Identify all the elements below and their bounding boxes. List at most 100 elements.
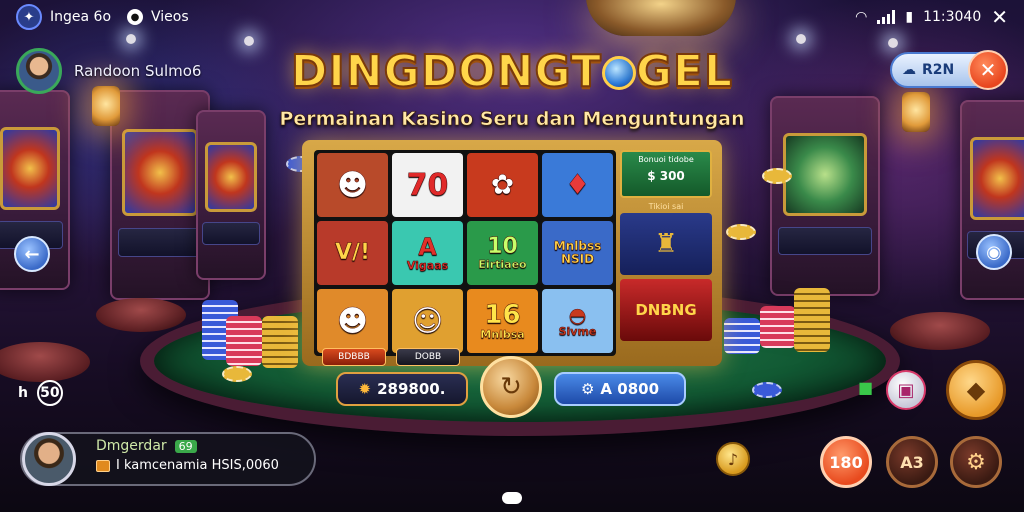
cowboy-face-icon: ☻ bbox=[336, 303, 369, 339]
chip-stack bbox=[262, 316, 298, 368]
bonus-amount: $ 300 bbox=[647, 168, 685, 183]
notification-icon: ● bbox=[127, 9, 144, 25]
battery-icon: ▮ bbox=[905, 9, 914, 25]
reel-symbol: A Vigaas bbox=[392, 221, 463, 285]
chip-stack bbox=[794, 288, 830, 352]
loose-chip bbox=[726, 224, 756, 240]
reel-symbol: 10 Eirtiaeo bbox=[467, 221, 538, 285]
bar-stool bbox=[0, 342, 90, 382]
status-time: 11:3040 bbox=[923, 9, 982, 25]
spotlight bbox=[244, 36, 254, 46]
deposit-button[interactable]: ◆ bbox=[946, 360, 1006, 420]
bag-icon: ▣ bbox=[897, 379, 915, 401]
info-section-title: Tikioi sai bbox=[648, 202, 684, 211]
close-button[interactable]: ✕ bbox=[968, 50, 1008, 90]
reel-symbol: ♦ bbox=[542, 153, 613, 217]
cards-icon: ◆ bbox=[966, 376, 986, 404]
reel-badge: BDBBB bbox=[322, 348, 386, 366]
loose-chip bbox=[222, 366, 252, 382]
gift-icon[interactable]: ■ bbox=[858, 378, 873, 397]
chip-stack bbox=[226, 316, 262, 366]
fruit-basket-icon: ✿ bbox=[490, 167, 515, 201]
spin-icon: ↻ bbox=[500, 372, 522, 402]
reel-symbol: ☻ bbox=[317, 289, 388, 353]
home-indicator[interactable] bbox=[502, 492, 522, 504]
close-icon: ✕ bbox=[979, 58, 997, 82]
camera-button[interactable]: ◉ bbox=[976, 234, 1012, 270]
slot-reels[interactable]: ☻ 70 ✿ ♦ V/! A Vigaas 10 Eirtiaeo Mnlbss N… bbox=[314, 150, 616, 356]
jackpot-label: DNBNG bbox=[635, 301, 697, 319]
status-label-2: Vieos bbox=[151, 9, 189, 25]
coin-icon: ♪ bbox=[727, 449, 739, 469]
player-name: Dmgerdar 69 bbox=[96, 438, 197, 454]
arcade-machine bbox=[770, 96, 880, 296]
slot-machine: ☻ 70 ✿ ♦ V/! A Vigaas 10 Eirtiaeo Mnlbss N… bbox=[302, 140, 722, 366]
arcade-machine bbox=[960, 100, 1024, 300]
tagline: Permainan Kasino Seru dan Menguntungan bbox=[279, 108, 745, 131]
bar-stool bbox=[96, 298, 186, 332]
avatar[interactable] bbox=[16, 48, 62, 94]
reel-symbol: 16 Mnlbsa bbox=[467, 289, 538, 353]
lion-face-icon: ☺ bbox=[411, 303, 444, 339]
shop-button[interactable]: ▣ bbox=[886, 370, 926, 410]
reel-symbol: 70 bbox=[392, 153, 463, 217]
wall-lamp bbox=[902, 92, 930, 132]
spin-button[interactable]: ↻ bbox=[480, 356, 542, 418]
arcade-machine bbox=[110, 90, 210, 300]
left-counter[interactable]: h 50 bbox=[18, 380, 63, 406]
spotlight bbox=[126, 34, 136, 44]
reel-symbol: ✿ bbox=[467, 153, 538, 217]
logo-text-part-1: DINGDONGT bbox=[290, 45, 602, 98]
bottom-button-1[interactable]: 180 bbox=[820, 436, 872, 488]
gear-icon: ⚙ bbox=[966, 449, 986, 475]
logo-ball-icon bbox=[601, 56, 636, 90]
camera-icon: ◉ bbox=[986, 241, 1002, 263]
profile-header[interactable]: Randoon Sulmo6 bbox=[16, 48, 201, 94]
cloud-icon: ☁ bbox=[902, 62, 916, 78]
wifi-icon: ◠ bbox=[855, 9, 868, 25]
status-label: Ingea 6o bbox=[50, 9, 112, 25]
loose-chip bbox=[762, 168, 792, 184]
cowboy-face-icon: ☻ bbox=[336, 167, 369, 203]
close-x-icon[interactable]: ✕ bbox=[991, 5, 1008, 29]
lucky-charm-icon: ♦ bbox=[564, 167, 591, 201]
app-icon[interactable]: ✦ bbox=[16, 4, 42, 30]
bet-value: A 0800 bbox=[600, 380, 660, 398]
slot-info-panel: Bonuoi tidobe $ 300 Tikioi sai ♜ DNBNG bbox=[620, 150, 712, 356]
player-info-line: I kamcenamia HSIS,0060 bbox=[96, 458, 279, 473]
logo-text-part-2: GEL bbox=[635, 45, 734, 98]
treasure-icon: ♜ bbox=[654, 229, 678, 259]
top-action-label: R2N bbox=[922, 62, 955, 78]
back-button[interactable]: ← bbox=[14, 236, 50, 272]
chip-stack bbox=[760, 306, 796, 348]
bet-button[interactable]: ⚙ A 0800 bbox=[554, 372, 686, 406]
signal-icon bbox=[877, 10, 896, 24]
wallet-icon bbox=[96, 459, 110, 472]
bonus-card: Bonuoi tidobe $ 300 bbox=[620, 150, 712, 198]
level-badge: 69 bbox=[174, 440, 197, 453]
reel-symbol: V/! bbox=[317, 221, 388, 285]
prize-item: ♜ bbox=[620, 213, 712, 275]
reel-symbol: ◓ Sivme bbox=[542, 289, 613, 353]
status-bar: ✦ Ingea 6o ● Vieos ◠ ▮ 11:3040 ✕ bbox=[0, 0, 1024, 34]
spotlight bbox=[796, 34, 806, 44]
spotlight bbox=[888, 38, 898, 48]
reel-symbol: Mnlbss NSID bbox=[542, 221, 613, 285]
balance-display: ✹ 289800. bbox=[336, 372, 468, 406]
bottom-button-2[interactable]: A3 bbox=[886, 436, 938, 488]
coin-icon: ✹ bbox=[358, 380, 372, 398]
loose-chip bbox=[752, 382, 782, 398]
reel-badge: DOBB bbox=[396, 348, 460, 366]
chip-stack bbox=[724, 318, 760, 354]
counter-ring: 50 bbox=[36, 380, 63, 406]
balance-value: 289800. bbox=[377, 380, 446, 398]
arrow-left-icon: ← bbox=[24, 243, 40, 265]
bonus-title: Bonuoi tidobe bbox=[638, 155, 694, 164]
coin-button[interactable]: ♪ bbox=[716, 442, 750, 476]
reel-symbol: ☻ bbox=[317, 153, 388, 217]
avatar[interactable] bbox=[22, 432, 76, 486]
prize-item: DNBNG bbox=[620, 279, 712, 341]
gear-icon: ⚙ bbox=[580, 380, 595, 398]
settings-button[interactable]: ⚙ bbox=[950, 436, 1002, 488]
game-logo: DINGDONGT GEL bbox=[260, 45, 764, 98]
